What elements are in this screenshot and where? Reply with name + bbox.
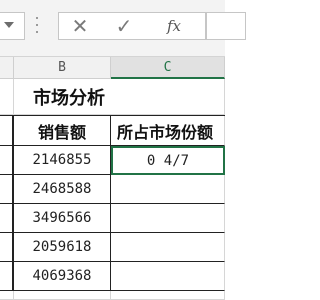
column-header-b[interactable]: B <box>14 57 111 79</box>
header-share[interactable]: 所占市场份额 <box>111 116 225 146</box>
sheet-title: 市场分析 <box>33 88 105 109</box>
share-cell-selected[interactable]: 0 4/7 <box>111 146 225 175</box>
name-box[interactable] <box>0 12 25 40</box>
cell[interactable] <box>14 291 111 300</box>
enter-icon[interactable]: ✓ <box>110 12 138 40</box>
formula-input[interactable] <box>206 12 246 40</box>
share-cell[interactable] <box>111 233 225 262</box>
table-row: 2146855 0 4/7 <box>0 146 225 175</box>
cell[interactable] <box>111 79 225 115</box>
table-row: 2468588 <box>0 175 225 204</box>
cell[interactable] <box>0 146 14 175</box>
chevron-down-icon[interactable] <box>4 22 14 28</box>
sales-cell[interactable]: 2059618 <box>14 233 111 262</box>
share-cell[interactable] <box>111 175 225 204</box>
table-row: 3496566 <box>0 204 225 233</box>
cancel-icon[interactable]: ✕ <box>66 12 94 40</box>
table-row: 4069368 <box>0 262 225 291</box>
table-row: 2059618 <box>0 233 225 262</box>
header-row: 销售额 所占市场份额 <box>0 115 225 146</box>
sales-cell[interactable]: 4069368 <box>14 262 111 291</box>
cell[interactable] <box>111 291 225 300</box>
cell[interactable] <box>0 116 14 146</box>
sales-cell[interactable]: 3496566 <box>14 204 111 233</box>
cell[interactable] <box>0 291 14 300</box>
sales-cell[interactable]: 2146855 <box>14 146 111 175</box>
cell[interactable] <box>0 204 14 233</box>
more-icon <box>36 17 39 33</box>
sales-cell[interactable]: 2468588 <box>14 175 111 204</box>
header-sales[interactable]: 销售额 <box>14 116 111 146</box>
share-cell[interactable] <box>111 262 225 291</box>
cell[interactable] <box>0 262 14 291</box>
insert-function-icon[interactable]: fx <box>160 12 188 40</box>
cell[interactable] <box>0 233 14 262</box>
formula-bar: ✕ ✓ fx <box>0 0 246 57</box>
table-row <box>0 291 225 300</box>
column-header-c[interactable]: C <box>111 57 225 79</box>
share-cell[interactable] <box>111 204 225 233</box>
cell[interactable] <box>0 175 14 204</box>
title-row: 市场分析 <box>0 79 225 115</box>
column-header-a[interactable] <box>0 57 14 79</box>
cell[interactable] <box>0 79 14 115</box>
